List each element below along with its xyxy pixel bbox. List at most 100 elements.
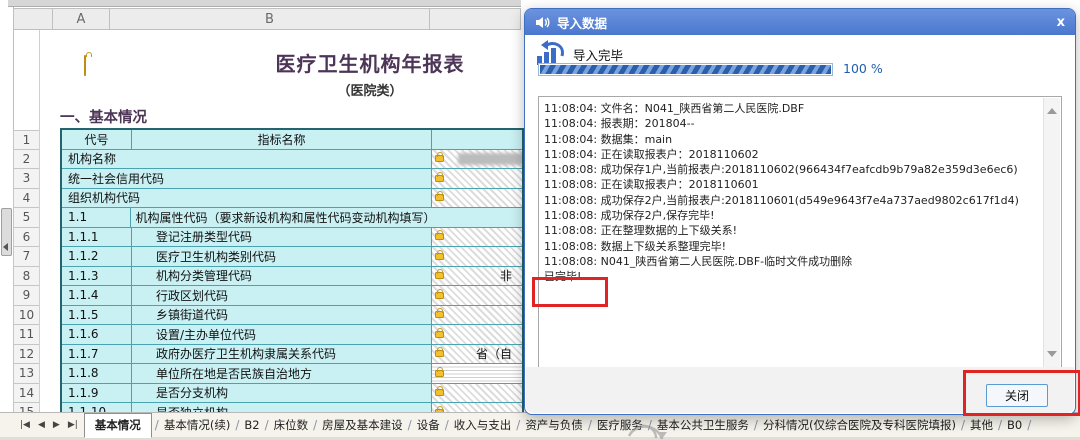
value-cell[interactable] [432, 130, 522, 149]
value-cell[interactable] [432, 364, 522, 383]
log-line: 11:08:08: 数据上下级关系整理完毕! [544, 239, 1037, 254]
speaker-icon [535, 16, 550, 29]
value-cell[interactable] [432, 306, 522, 325]
sheet-tab[interactable]: 资产与负债 [521, 414, 587, 436]
row-number[interactable]: 2 [13, 150, 40, 170]
tab-nav-button[interactable]: ◀ [34, 420, 49, 430]
select-all-corner[interactable] [13, 8, 53, 30]
progress-percent: 100 % [843, 61, 883, 76]
row-code: 1.1.8 [62, 364, 132, 383]
column-header-a[interactable]: A [53, 8, 110, 30]
row-number[interactable]: 10 [13, 306, 40, 326]
log-line: 11:08:04: 数据集：main [544, 132, 1037, 147]
row-number[interactable]: 7 [13, 247, 40, 267]
table-row: 1.1机构属性代码（要求新设机构和属性代码变动机构填写） [62, 208, 522, 228]
screenshot-stage: A B 123456789101112131415 医疗卫生机构年报表 （医院类… [0, 0, 1080, 440]
table-row: 1.1.4行政区划代码 [62, 286, 522, 306]
tab-nav-button[interactable]: ▶ [49, 420, 64, 430]
value-cell[interactable] [432, 228, 522, 247]
value-cell[interactable] [432, 189, 522, 208]
row-code: 1.1.6 [62, 325, 132, 344]
row-label: 机构属性代码（要求新设机构和属性代码变动机构填写） [131, 208, 522, 227]
value-cell[interactable] [432, 403, 522, 412]
log-line: 11:08:04: 文件名：N041_陕西省第二人民医院.DBF [544, 101, 1037, 116]
value-cell[interactable] [432, 384, 522, 403]
row-label: 组织机构代码 [62, 189, 432, 208]
close-icon[interactable]: x [1057, 16, 1065, 29]
row-number[interactable]: 4 [13, 189, 40, 209]
log-line: 11:08:04: 报表期：201804-- [544, 116, 1037, 131]
value-cell[interactable] [432, 247, 522, 266]
lock-icon [435, 370, 444, 377]
value-cell[interactable]: 省（自 [432, 345, 522, 364]
column-header-c[interactable] [430, 8, 521, 30]
lock-icon [435, 253, 444, 260]
row-number[interactable]: 13 [13, 364, 40, 384]
pane-split-handle[interactable] [1, 208, 12, 256]
log-final-line: 已完毕! [544, 269, 1037, 284]
row-number[interactable]: 9 [13, 286, 40, 306]
sheet-tab[interactable]: 分科情况(仅综合医院及专科医院填报) [759, 414, 960, 436]
import-log-area[interactable]: 11:08:04: 文件名：N041_陕西省第二人民医院.DBF11:08:04… [538, 96, 1062, 369]
indicator-table: 代号指标名称机构名称统一社会信用代码组织机构代码1.1机构属性代码（要求新设机构… [60, 128, 524, 412]
lock-icon [435, 194, 444, 201]
toolbar-remnant [8, 0, 521, 7]
sheet-tab[interactable]: 基本情况(续) [160, 414, 234, 436]
value-cell[interactable]: 非 [432, 267, 522, 286]
progress-bar [538, 63, 833, 76]
table-row: 统一社会信用代码 [62, 169, 522, 189]
value-cell[interactable] [432, 325, 522, 344]
tab-nav-button[interactable]: |◀ [16, 420, 34, 430]
scroll-up-icon[interactable] [1047, 108, 1057, 114]
row-number[interactable]: 11 [13, 325, 40, 345]
sheet-tab[interactable]: 收入与支出 [450, 414, 516, 436]
lock-icon [435, 155, 444, 162]
row-code: 1.1.7 [62, 345, 132, 364]
sheet-tab[interactable]: 床位数 [270, 414, 313, 436]
column-header-b[interactable]: B [110, 8, 430, 30]
row-number[interactable]: 8 [13, 267, 40, 287]
log-line: 11:08:08: 正在读取报表户：2018110601 [544, 177, 1037, 192]
row-number[interactable]: 14 [13, 384, 40, 404]
table-row: 1.1.10是否独立机构 [62, 403, 522, 412]
lock-icon [435, 272, 444, 279]
lock-icon [435, 389, 444, 396]
table-row: 1.1.7政府办医疗卫生机构隶属关系代码省（自 [62, 345, 522, 365]
row-label: 机构分类管理代码 [132, 267, 432, 286]
log-line: 11:08:04: 正在读取报表户：2018110602 [544, 147, 1037, 162]
sheet-tab[interactable]: 设备 [413, 414, 444, 436]
dialog-titlebar[interactable]: 导入数据 x [525, 9, 1075, 35]
row-number[interactable]: 12 [13, 345, 40, 365]
row-number[interactable]: 5 [13, 208, 40, 228]
row-number[interactable]: 1 [13, 130, 40, 150]
scroll-down-icon[interactable] [1047, 351, 1057, 357]
value-cell[interactable] [432, 286, 522, 305]
lock-icon [435, 311, 444, 318]
table-row: 1.1.2医疗卫生机构类别代码 [62, 247, 522, 267]
lock-icon [435, 175, 444, 182]
table-row: 组织机构代码 [62, 189, 522, 209]
value-cell[interactable] [432, 150, 522, 169]
sheet-tab[interactable]: B0 [1003, 415, 1026, 435]
row-label: 单位所在地是否民族自治地方 [132, 364, 432, 383]
tab-nav-button[interactable]: ▶| [64, 420, 82, 430]
lock-icon [435, 292, 444, 299]
table-row: 1.1.6设置/主办单位代码 [62, 325, 522, 345]
lock-icon [435, 331, 444, 338]
row-label: 登记注册类型代码 [132, 228, 432, 247]
annotation-box-done [532, 277, 608, 307]
row-code: 1.1.2 [62, 247, 132, 266]
row-label: 乡镇街道代码 [132, 306, 432, 325]
column-headers: A B [13, 8, 521, 30]
header-name: 指标名称 [132, 130, 432, 149]
sheet-tab[interactable]: 其他 [966, 414, 997, 436]
row-number[interactable]: 3 [13, 169, 40, 189]
sheet-tab[interactable]: B2 [240, 415, 263, 435]
sheet-tab[interactable]: 房屋及基本建设 [318, 414, 407, 436]
sheet-tab[interactable]: 基本情况 [84, 413, 152, 438]
row-number[interactable]: 6 [13, 228, 40, 248]
value-cell[interactable] [432, 169, 522, 188]
table-row: 1.1.9是否分支机构 [62, 384, 522, 404]
row-label: 统一社会信用代码 [62, 169, 432, 188]
log-scrollbar[interactable] [1043, 98, 1060, 367]
